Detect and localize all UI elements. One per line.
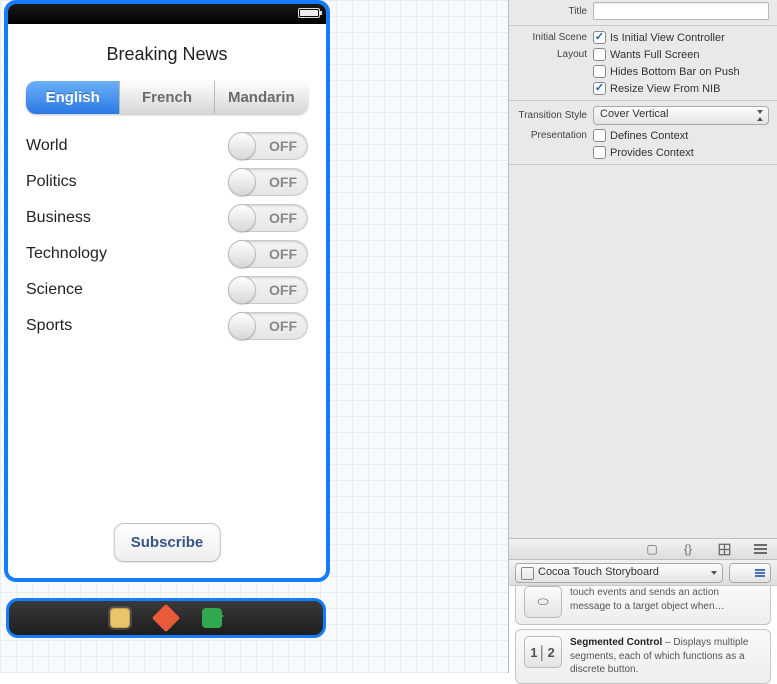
checkbox-is-initial-vc[interactable] xyxy=(593,31,606,44)
library-item-title: Segmented Control xyxy=(570,637,662,648)
category-row-science: Science OFF xyxy=(26,272,308,308)
category-label: Politics xyxy=(26,173,77,191)
field-label-transition: Transition Style xyxy=(509,110,593,121)
code-snippet-icon[interactable]: {} xyxy=(681,542,695,556)
category-row-world: World OFF xyxy=(26,128,308,164)
list-view-button[interactable] xyxy=(750,564,770,582)
toggle-politics[interactable]: OFF xyxy=(228,168,308,196)
scene-dock[interactable] xyxy=(6,598,326,638)
first-responder-icon[interactable] xyxy=(110,608,130,628)
segmented-thumb-icon: 1│2 xyxy=(524,636,562,668)
screen-title: Breaking News xyxy=(26,44,308,65)
checkbox-wants-full-screen[interactable] xyxy=(593,48,606,61)
checkbox-resize-from-nib[interactable] xyxy=(593,82,606,95)
storyboard-canvas[interactable]: Breaking News English French Mandarin Wo… xyxy=(0,0,508,673)
category-label: Sports xyxy=(26,317,72,335)
checkbox-hides-bottom-bar[interactable] xyxy=(593,65,606,78)
category-row-technology: Technology OFF xyxy=(26,236,308,272)
field-label-initial-scene: Initial Scene xyxy=(509,32,593,43)
category-label: Business xyxy=(26,209,91,227)
transition-style-select[interactable]: Cover Vertical xyxy=(593,106,769,125)
checkbox-defines-context[interactable] xyxy=(593,129,606,142)
field-label-title: Title xyxy=(509,6,593,17)
media-library-icon[interactable] xyxy=(753,542,767,556)
library-item-segmented-control[interactable]: 1│2 Segmented Control – Displays multipl… xyxy=(515,629,771,684)
checkbox-label: Provides Context xyxy=(610,147,694,159)
category-row-business: Business OFF xyxy=(26,200,308,236)
checkbox-label: Wants Full Screen xyxy=(610,49,699,61)
inspector-blank-area xyxy=(509,168,777,538)
library-item-button[interactable]: ⬭ touch events and sends an action messa… xyxy=(515,586,771,625)
segment-french[interactable]: French xyxy=(120,81,214,114)
button-thumb-icon: ⬭ xyxy=(524,586,562,618)
object-library-icon[interactable] xyxy=(717,542,731,556)
subscribe-button[interactable]: Subscribe xyxy=(114,523,221,562)
library-filter-select[interactable]: Cocoa Touch Storyboard xyxy=(515,563,723,583)
checkbox-provides-context[interactable] xyxy=(593,146,606,159)
checkbox-label: Defines Context xyxy=(610,130,688,142)
category-label: Technology xyxy=(26,245,107,263)
checkbox-label: Resize View From NIB xyxy=(610,83,720,95)
library-view-toggle xyxy=(729,563,771,583)
field-label-layout: Layout xyxy=(509,49,593,60)
library-filter-bar: Cocoa Touch Storyboard xyxy=(509,560,777,586)
grid-view-button[interactable] xyxy=(730,564,750,582)
category-label: Science xyxy=(26,281,83,299)
file-template-icon[interactable]: ▢ xyxy=(645,542,659,556)
statusbar xyxy=(8,4,326,24)
segment-mandarin[interactable]: Mandarin xyxy=(215,81,308,114)
category-label: World xyxy=(26,137,68,155)
iphone-scene[interactable]: Breaking News English French Mandarin Wo… xyxy=(4,0,330,582)
object-library-list[interactable]: ⬭ touch events and sends an action messa… xyxy=(509,586,777,684)
segment-english[interactable]: English xyxy=(26,81,120,114)
checkbox-label: Hides Bottom Bar on Push xyxy=(610,66,740,78)
category-row-politics: Politics OFF xyxy=(26,164,308,200)
library-item-desc: touch events and sends an action message… xyxy=(570,586,762,618)
utility-tabbar: ▢ {} xyxy=(509,538,777,560)
battery-icon xyxy=(298,8,320,18)
category-row-sports: Sports OFF xyxy=(26,308,308,344)
toggle-technology[interactable]: OFF xyxy=(228,240,308,268)
attributes-inspector: Title Initial Scene Is Initial View Cont… xyxy=(508,0,777,673)
title-input[interactable] xyxy=(593,2,769,20)
field-label-presentation: Presentation xyxy=(509,130,593,141)
toggle-science[interactable]: OFF xyxy=(228,276,308,304)
view-controller-icon[interactable] xyxy=(152,604,180,632)
toggle-business[interactable]: OFF xyxy=(228,204,308,232)
checkbox-label: Is Initial View Controller xyxy=(610,32,725,44)
exit-icon[interactable] xyxy=(202,608,222,628)
language-segmented-control[interactable]: English French Mandarin xyxy=(26,81,308,114)
toggle-sports[interactable]: OFF xyxy=(228,312,308,340)
toggle-world[interactable]: OFF xyxy=(228,132,308,160)
